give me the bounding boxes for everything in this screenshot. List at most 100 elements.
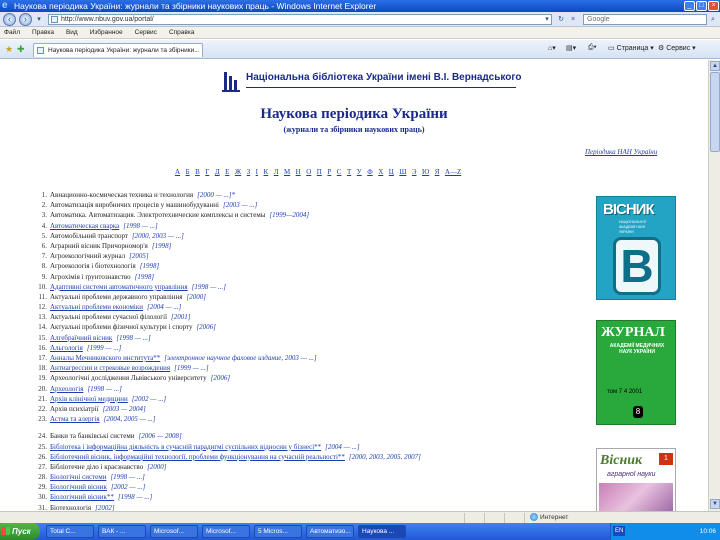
alphabet-letter[interactable]: С bbox=[337, 168, 342, 176]
minimize-button[interactable]: _ bbox=[684, 1, 695, 11]
journal-title[interactable]: Астма та алергія bbox=[50, 415, 100, 423]
menu-view[interactable]: Вид bbox=[66, 29, 78, 36]
address-bar[interactable]: http://www.nbuv.gov.ua/portal/ bbox=[48, 14, 552, 25]
alphabet-letter[interactable]: Ф bbox=[367, 168, 373, 176]
taskbar-button[interactable]: 5 Micros... bbox=[254, 525, 302, 538]
taskbar-button[interactable]: Наукова ... bbox=[358, 525, 406, 538]
menu-help[interactable]: Справка bbox=[169, 29, 195, 36]
journal-years[interactable]: [2002 — ...] bbox=[111, 483, 145, 491]
history-dropdown-icon[interactable]: ▾ bbox=[34, 14, 44, 25]
journal-title[interactable]: Біологічні системи bbox=[50, 473, 106, 481]
journal-years[interactable]: [2006] bbox=[211, 374, 230, 382]
browser-tab[interactable]: Наукова періодика України: журнали та зб… bbox=[33, 43, 203, 57]
scroll-thumb[interactable] bbox=[710, 72, 720, 152]
journal-years[interactable]: [2006 — 2008] bbox=[139, 432, 182, 440]
alphabet-letter[interactable]: Х bbox=[378, 168, 383, 176]
scroll-down-icon[interactable]: ▼ bbox=[710, 499, 720, 509]
journal-years[interactable]: [2002 — ...] bbox=[132, 395, 166, 403]
journal-years[interactable]: [1999 — ...] bbox=[174, 364, 208, 372]
journal-years[interactable]: [1998 — ...] bbox=[118, 493, 152, 501]
alphabet-letter[interactable]: К bbox=[264, 168, 269, 176]
search-go-icon[interactable]: ⌕ bbox=[708, 14, 718, 25]
journal-years[interactable]: [1998 — ...] bbox=[123, 222, 157, 230]
alphabet-letter[interactable]: В bbox=[195, 168, 200, 176]
alphabet-letter[interactable]: З bbox=[247, 168, 251, 176]
taskbar-button[interactable]: Автоматизо... bbox=[306, 525, 354, 538]
journal-years[interactable]: [2004 — ...] bbox=[147, 303, 181, 311]
journal-years[interactable]: [электронное научное фаховое издание, 20… bbox=[164, 354, 316, 362]
menu-tools[interactable]: Сервис bbox=[135, 29, 157, 36]
alphabet-letter[interactable]: Т bbox=[347, 168, 351, 176]
journal-years[interactable]: [2004 — ...] bbox=[325, 443, 359, 451]
journal-years[interactable]: [2000, 2003 — ...] bbox=[132, 232, 184, 240]
journal-years[interactable]: [1998 — ...] bbox=[87, 385, 121, 393]
agrarian-visnyk-cover[interactable]: Вісник 1 аграрної науки bbox=[596, 448, 676, 511]
vertical-scrollbar[interactable]: ▲ ▼ bbox=[708, 60, 720, 511]
journal-years[interactable]: [1999—2004] bbox=[269, 211, 309, 219]
alphabet-letter[interactable]: У bbox=[357, 168, 362, 176]
journal-title[interactable]: Автоматическая сварка bbox=[50, 222, 119, 230]
add-favorite-icon[interactable]: ✚ bbox=[17, 44, 25, 55]
journal-years[interactable]: [2002] bbox=[95, 504, 114, 511]
alphabet-letter[interactable]: Э bbox=[412, 168, 417, 176]
journal-years[interactable]: [1998 — ...] bbox=[192, 283, 226, 291]
journal-title[interactable]: Анналы Мечниковского института** bbox=[50, 354, 160, 362]
alphabet-letter[interactable]: A—Z bbox=[445, 168, 461, 176]
alphabet-letter[interactable]: Р bbox=[327, 168, 331, 176]
alphabet-letter[interactable]: Ю bbox=[422, 168, 429, 176]
alphabet-letter[interactable]: О bbox=[306, 168, 311, 176]
journal-title[interactable]: Бібліотека і інформаційна діяльність в с… bbox=[50, 443, 321, 451]
journal-years[interactable]: [1998] bbox=[140, 262, 159, 270]
journal-title[interactable]: Архів клінічної медицини bbox=[50, 395, 128, 403]
alphabet-letter[interactable]: І bbox=[256, 168, 258, 176]
journal-years[interactable]: [2000] bbox=[147, 463, 166, 471]
security-zone[interactable]: Интернет bbox=[530, 513, 568, 523]
print-icon[interactable]: ⎙▾ bbox=[588, 44, 597, 52]
nas-periodicals-link[interactable]: Періодика НАН України bbox=[585, 148, 657, 156]
scroll-up-icon[interactable]: ▲ bbox=[710, 61, 720, 71]
journal-years[interactable]: [1998 — ...] bbox=[110, 473, 144, 481]
journal-years[interactable]: [2001] bbox=[171, 313, 190, 321]
language-indicator[interactable]: EN bbox=[613, 526, 626, 536]
menu-favorites[interactable]: Избранное bbox=[90, 29, 123, 36]
feeds-icon[interactable]: ▤▾ bbox=[566, 44, 576, 52]
journal-years[interactable]: [2004, 2005 — ...] bbox=[104, 415, 156, 423]
alphabet-letter[interactable]: М bbox=[284, 168, 290, 176]
alphabet-letter[interactable]: А bbox=[175, 168, 180, 176]
amn-journal-cover[interactable]: ЖУРНАЛ АКАДЕМІЇ МЕДИЧНИХ НАУК УКРАЇНИ то… bbox=[596, 320, 676, 425]
journal-years[interactable]: [2005] bbox=[129, 252, 148, 260]
alphabet-letter[interactable]: Е bbox=[225, 168, 229, 176]
alphabet-letter[interactable]: Я bbox=[435, 168, 440, 176]
journal-years[interactable]: [1998 — ...] bbox=[116, 334, 150, 342]
alphabet-letter[interactable]: Д bbox=[215, 168, 220, 176]
taskbar-button[interactable]: Microsof... bbox=[150, 525, 198, 538]
journal-title[interactable]: Біологічний вісник bbox=[50, 483, 107, 491]
journal-title[interactable]: Альгологія bbox=[50, 344, 83, 352]
alphabet-letter[interactable]: Б bbox=[186, 168, 190, 176]
tools-menu[interactable]: ⚙ Сервис ▾ bbox=[658, 44, 696, 52]
journal-title[interactable]: Біологічний вісник** bbox=[50, 493, 114, 501]
visnyk-nanu-cover[interactable]: ВІСНИК НАЦІОНАЛЬНОЇ АКАДЕМІЇ НАУК УКРАЇН… bbox=[596, 196, 676, 300]
journal-years[interactable]: [2003 — ...] bbox=[223, 201, 257, 209]
journal-title[interactable]: Актуальні проблеми економіки bbox=[50, 303, 143, 311]
search-input[interactable]: Google bbox=[583, 14, 707, 25]
taskbar-button[interactable]: Total C... bbox=[46, 525, 94, 538]
journal-years[interactable]: [1998] bbox=[152, 242, 171, 250]
menu-file[interactable]: Файл bbox=[4, 29, 20, 36]
refresh-icon[interactable]: ↻ bbox=[556, 14, 566, 25]
taskbar-button[interactable]: Microsof... bbox=[202, 525, 250, 538]
alphabet-letter[interactable]: Н bbox=[296, 168, 301, 176]
back-button[interactable]: ‹ bbox=[3, 13, 16, 26]
address-dropdown-icon[interactable]: ▾ bbox=[542, 14, 552, 25]
maximize-button[interactable]: □ bbox=[696, 1, 707, 11]
journal-years[interactable]: [2000, 2003, 2005, 2007] bbox=[349, 453, 421, 461]
alphabet-letter[interactable]: Г bbox=[205, 168, 209, 176]
alphabet-letter[interactable]: Ж bbox=[235, 168, 241, 176]
close-button[interactable]: × bbox=[708, 1, 719, 11]
taskbar-button[interactable]: ВАК - ... bbox=[98, 525, 146, 538]
journal-title[interactable]: Антиагрессии и стрековые возрождения bbox=[50, 364, 170, 372]
page-menu[interactable]: ▭ Страница ▾ bbox=[608, 44, 654, 52]
alphabet-letter[interactable]: Л bbox=[274, 168, 279, 176]
favorites-star-icon[interactable]: ★ bbox=[5, 44, 13, 55]
journal-years[interactable]: [1998] bbox=[135, 273, 154, 281]
